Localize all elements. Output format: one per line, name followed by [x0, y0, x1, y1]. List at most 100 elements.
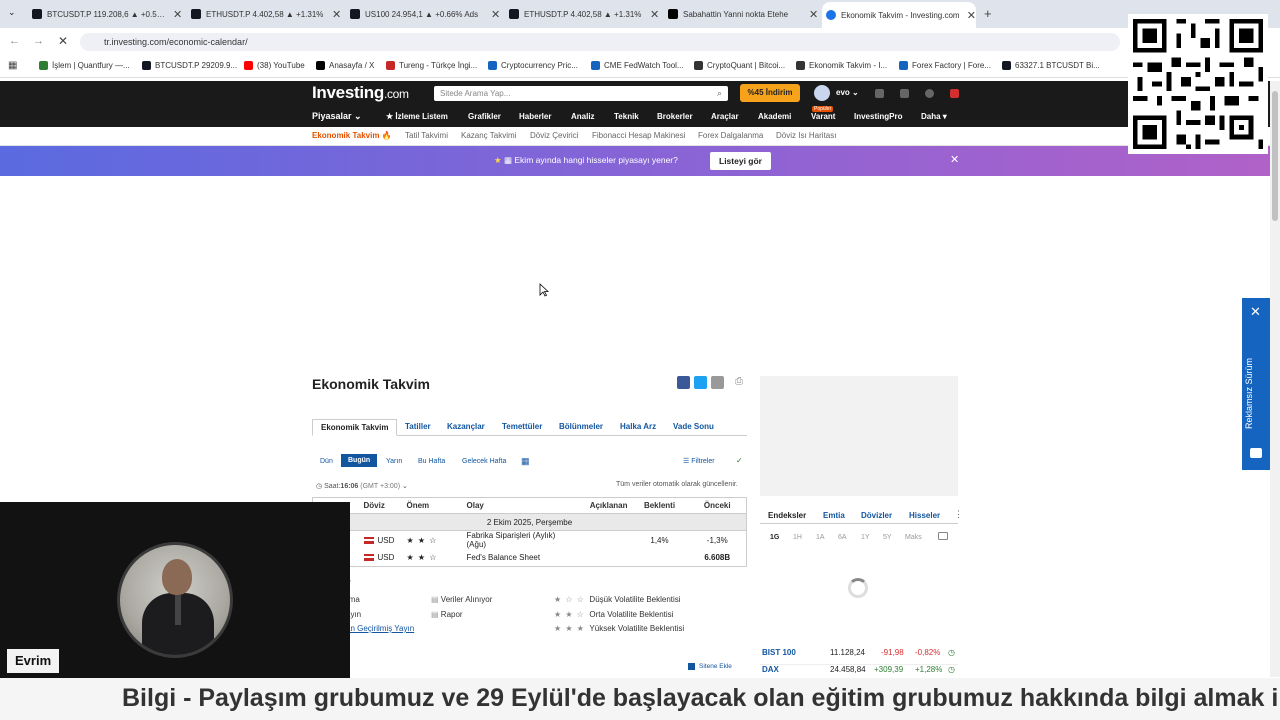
turkey-flag-icon[interactable]: [950, 89, 959, 98]
bookmark-item[interactable]: İşlem | Quantfury —...: [39, 61, 130, 70]
nav-brokerler[interactable]: Brokerler: [657, 112, 693, 121]
tab-bolunmeler[interactable]: Bölünmeler: [559, 422, 603, 431]
nav-araclar[interactable]: Araçlar: [711, 112, 739, 121]
nav-haberler[interactable]: Haberler: [519, 112, 551, 121]
print-icon[interactable]: ⎙: [735, 376, 743, 387]
period-1g[interactable]: 1G: [770, 534, 779, 541]
expand-chart-icon[interactable]: [938, 532, 948, 540]
nav-daha[interactable]: Daha ▾: [921, 112, 947, 121]
day-button-bugun[interactable]: Bugün: [341, 454, 378, 467]
tab-ekonomik-takvim[interactable]: Ekonomik Takvim: [312, 419, 398, 436]
site-search-input[interactable]: Sitede Arama Yap... ⌕: [434, 86, 728, 101]
close-tab-icon[interactable]: ✕: [650, 8, 659, 21]
tab-dovizler[interactable]: Dövizler: [861, 511, 892, 520]
browser-tab-1[interactable]: BTCUSDT.P 119.208,6 ▲ +0.55% ✕: [32, 4, 182, 24]
tab-temettuler[interactable]: Temettüler: [502, 422, 542, 431]
browser-tab-4[interactable]: ETHUSDT.P 4.402,58 ▲ +1.31% ✕: [509, 4, 659, 24]
nav-analiz[interactable]: Analiz: [571, 112, 595, 121]
bookmark-item[interactable]: CME FedWatch Tool...: [591, 61, 684, 70]
banner-list-button[interactable]: Listeyi gör: [710, 152, 771, 170]
ad-free-side-tab[interactable]: ✕ Reklamsız Sürüm: [1242, 298, 1270, 470]
portfolio-icon[interactable]: [900, 89, 909, 98]
table-row[interactable]: USD ★ ★ ☆ Fed's Balance Sheet 6.608B: [313, 549, 747, 566]
bookmark-item[interactable]: CryptoQuant | Bitcoi...: [694, 61, 785, 70]
event-name[interactable]: Fabrika Siparişleri (Aylık) (Ağu): [464, 531, 580, 549]
investing-logo[interactable]: Investing.com: [312, 83, 409, 103]
period-maks[interactable]: Maks: [905, 534, 922, 541]
table-row[interactable]: USD ★ ★ ☆ Fabrika Siparişleri (Aylık) (A…: [313, 531, 747, 549]
bookmark-item[interactable]: 63327.1 BTCUSDT Bi...: [1002, 61, 1100, 70]
close-tab-icon[interactable]: ✕: [332, 8, 341, 21]
nav-varant[interactable]: Varant: [811, 112, 835, 121]
nav-investingpro[interactable]: InvestingPro: [854, 112, 902, 121]
clock-icon[interactable]: [925, 89, 934, 98]
day-button-gelecek-hafta[interactable]: Gelecek Hafta: [462, 458, 506, 465]
add-to-site-button[interactable]: Sitene Ekle: [688, 663, 732, 670]
avatar[interactable]: [814, 85, 830, 101]
tab-endeksler[interactable]: Endeksler: [768, 511, 806, 520]
tab-kazanclar[interactable]: Kazançlar: [447, 422, 485, 431]
subnav-kazanc-takvimi[interactable]: Kazanç Takvimi: [461, 131, 516, 140]
time-display[interactable]: ◷ Saat:16:06 (GMT +3:00) ⌄: [316, 482, 408, 490]
nav-teknik[interactable]: Teknik: [614, 112, 639, 121]
banner-close-icon[interactable]: ✕: [950, 153, 959, 166]
tab-emtia[interactable]: Emtia: [823, 511, 845, 520]
bookmark-item[interactable]: Forex Factory | Fore...: [899, 61, 991, 70]
bookmark-item[interactable]: Tureng - Türkçe İngi...: [386, 61, 477, 70]
period-6a[interactable]: 6A: [838, 534, 847, 541]
day-button-yarin[interactable]: Yarın: [386, 458, 402, 465]
url-field[interactable]: tr.investing.com/economic-calendar/: [80, 33, 1120, 51]
nav-piyasalar[interactable]: Piyasalar ⌄: [312, 111, 362, 122]
bell-icon[interactable]: [875, 89, 884, 98]
bookmark-item[interactable]: Anasayfa / X: [316, 61, 374, 70]
tab-hisseler[interactable]: Hisseler: [909, 511, 940, 520]
email-share-icon[interactable]: [711, 376, 724, 389]
apps-grid-icon[interactable]: ▦: [8, 60, 17, 71]
twitter-share-icon[interactable]: [694, 376, 707, 389]
subnav-doviz-cevirici[interactable]: Döviz Çevirici: [530, 131, 578, 140]
close-tab-icon[interactable]: ✕: [491, 8, 500, 21]
day-button-bu-hafta[interactable]: Bu Hafta: [418, 458, 445, 465]
stop-loading-icon[interactable]: ✕: [58, 34, 68, 48]
quote-row-bist100[interactable]: BIST 100 11.128,24 -91,98 -0,82% ◷: [760, 648, 958, 664]
close-tab-icon[interactable]: ✕: [967, 9, 976, 22]
period-1y[interactable]: 1Y: [861, 534, 870, 541]
bookmark-item[interactable]: Ekonomik Takvim - I...: [796, 61, 887, 70]
bookmark-item[interactable]: BTCUSDT.P 29209.9...: [142, 61, 237, 70]
nav-grafikler[interactable]: Grafikler: [468, 112, 501, 121]
discount-button[interactable]: %45 İndirim: [740, 84, 800, 102]
subnav-ekonomik-takvim[interactable]: Ekonomik Takvim 🔥: [312, 131, 392, 140]
facebook-share-icon[interactable]: [677, 376, 690, 389]
new-tab-icon[interactable]: +: [984, 6, 992, 21]
close-tab-icon[interactable]: ✕: [809, 8, 818, 21]
subnav-doviz-isi-haritasi[interactable]: Döviz Isı Haritası: [776, 131, 836, 140]
page-scrollbar[interactable]: [1270, 81, 1280, 677]
tab-tatiller[interactable]: Tatiller: [405, 422, 431, 431]
subnav-forex-dalgalanma[interactable]: Forex Dalgalanma: [698, 131, 763, 140]
close-tab-icon[interactable]: ✕: [173, 8, 182, 21]
tab-list-chevron-icon[interactable]: ⌄: [8, 7, 16, 18]
browser-tab-2[interactable]: ETHUSDT.P 4.402,58 ▲ +1.31% ✕: [191, 4, 341, 24]
more-vertical-icon[interactable]: ⋮: [954, 509, 963, 520]
period-5y[interactable]: 5Y: [883, 534, 892, 541]
forward-arrow-icon[interactable]: →: [33, 35, 44, 47]
back-arrow-icon[interactable]: ←: [9, 35, 20, 47]
bookmark-item[interactable]: (38) YouTube: [244, 61, 305, 70]
search-icon[interactable]: ⌕: [717, 86, 722, 101]
user-menu[interactable]: evo ⌄: [836, 88, 859, 97]
calendar-picker-icon[interactable]: ▦: [521, 456, 530, 467]
period-1a[interactable]: 1A: [816, 534, 825, 541]
subnav-fibonacci[interactable]: Fibonacci Hesap Makinesi: [592, 131, 685, 140]
side-tab-close-icon[interactable]: ✕: [1250, 304, 1261, 320]
browser-tab-active[interactable]: Ekonomik Takvim - Investing.com ✕: [822, 2, 976, 28]
subnav-tatil-takvimi[interactable]: Tatil Takvimi: [405, 131, 448, 140]
browser-tab-3[interactable]: US100 24.954,1 ▲ +0.66% Ads ✕: [350, 4, 500, 24]
nav-akademi[interactable]: Akademi: [758, 112, 791, 121]
event-name[interactable]: Fed's Balance Sheet: [464, 549, 580, 566]
tab-vade-sonu[interactable]: Vade Sonu: [673, 422, 714, 431]
scrollbar-thumb[interactable]: [1272, 91, 1278, 221]
quote-row-dax[interactable]: DAX 24.458,84 +309,39 +1,28% ◷: [760, 664, 958, 678]
nav-izleme-listem[interactable]: ★ İzleme Listem: [386, 112, 448, 121]
tab-halka-arz[interactable]: Halka Arz: [620, 422, 656, 431]
day-button-dun[interactable]: Dün: [320, 458, 333, 465]
